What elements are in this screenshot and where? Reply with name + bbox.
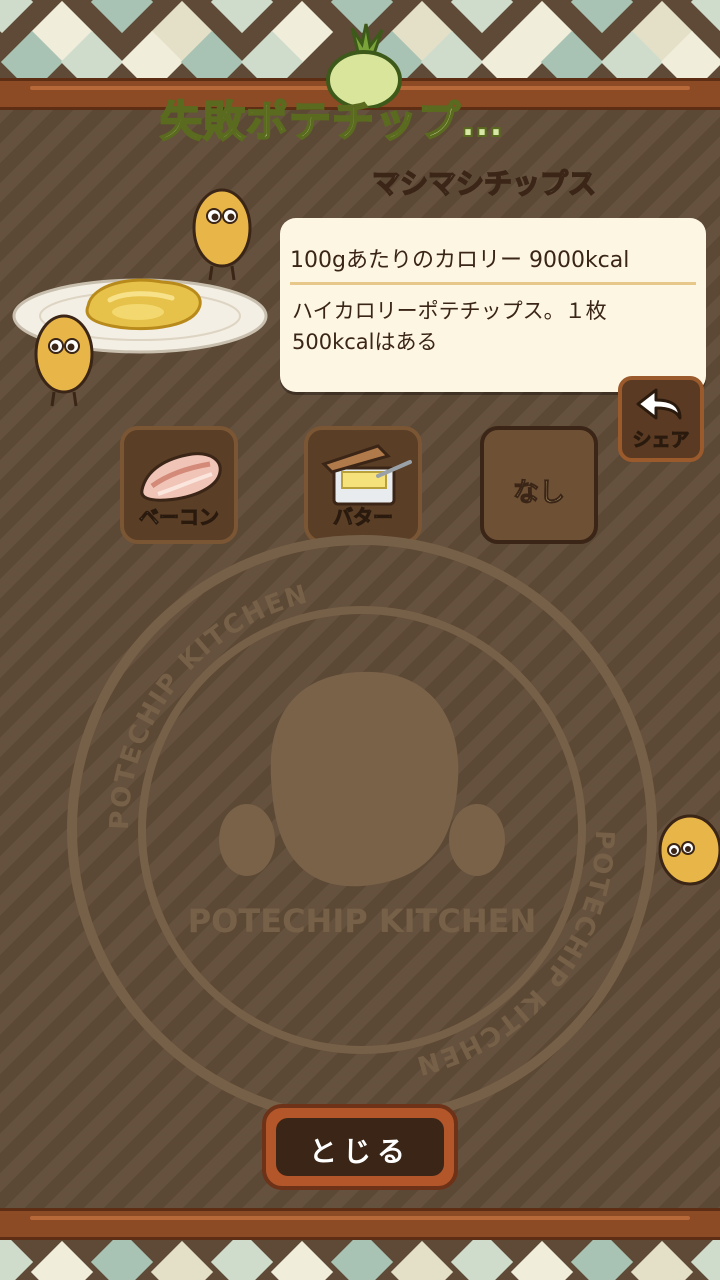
chip-info-card: 100gあたりのカロリー 9000kcal ハイカロリーポテチップス。１枚 50…	[280, 218, 706, 392]
share-button[interactable]: シェア	[618, 376, 704, 462]
bottom-wood-rail	[0, 1208, 720, 1240]
topping-label: なし	[512, 478, 565, 509]
potato-character-icon	[34, 314, 94, 407]
potato-character-icon	[192, 188, 252, 281]
calorie-text: 100gあたりのカロリー 9000kcal	[290, 248, 630, 273]
butter-icon	[321, 444, 412, 506]
topping-label: ベーコン	[139, 505, 220, 530]
bacon-icon	[140, 452, 222, 502]
chip-name: マシマシチップス	[371, 166, 597, 201]
emblem-center-text: POTECHIP KITCHEN	[188, 902, 537, 940]
close-button[interactable]: とじる	[262, 1104, 458, 1190]
share-label: シェア	[632, 429, 690, 452]
topping-bacon-button[interactable]: ベーコン	[120, 426, 238, 544]
topping-butter-button[interactable]: バター	[304, 426, 422, 544]
close-label: とじる	[308, 1135, 411, 1168]
topping-label: バター	[333, 505, 394, 530]
svg-text:POTECHIP KITCHEN: POTECHIP KITCHEN	[412, 830, 619, 1081]
topping-none-button[interactable]: なし	[480, 426, 598, 544]
share-arrow-icon	[636, 388, 682, 420]
close-button-inner: とじる	[276, 1118, 444, 1176]
page-title: 失敗ポテチップ…	[159, 96, 505, 147]
emblem-ring-text: POTECHIP KITCHEN	[412, 830, 617, 1081]
card-divider	[290, 282, 696, 285]
potechip-kitchen-emblem: POTECHIP KITCHEN POTECHIP KITCHEN POTECH…	[67, 535, 657, 1125]
chip-description: ハイカロリーポテチップス。１枚 500kcalはある	[292, 299, 607, 354]
